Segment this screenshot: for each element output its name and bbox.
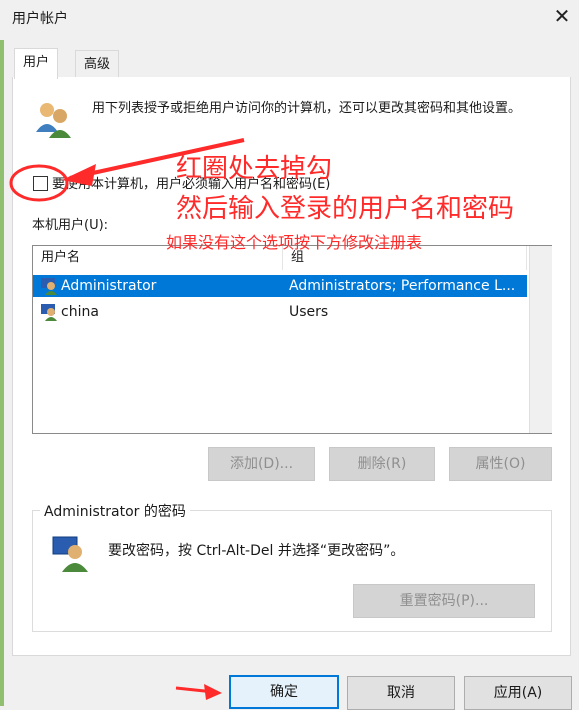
users-list[interactable]: 用户名 组 Administrator Administrators; Perf… [32, 245, 552, 434]
cancel-button[interactable]: 取消 [347, 676, 455, 710]
properties-button[interactable]: 属性(O) [449, 447, 552, 481]
local-users-label: 本机用户(U): [32, 218, 109, 233]
window-title: 用户帐户 [12, 11, 68, 27]
apply-button[interactable]: 应用(A) [464, 676, 572, 710]
tab-advanced[interactable]: 高级 [75, 50, 120, 78]
user-name: china [61, 304, 99, 320]
user-icon [39, 301, 59, 328]
remove-user-button[interactable]: 删除(R) [329, 447, 435, 481]
require-login-checkbox[interactable] [33, 176, 48, 191]
background-window-edge [0, 40, 4, 706]
password-group-title: Administrator 的密码 [40, 501, 190, 521]
annotation-line-2: 然后输入登录的用户名和密码 [176, 194, 515, 224]
user-row-china[interactable]: china Users [33, 301, 527, 323]
annotation-line-3: 如果没有这个选项按下方修改注册表 [166, 233, 423, 252]
tab-users[interactable]: 用户 [14, 48, 59, 79]
close-icon[interactable]: ✕ [548, 2, 576, 30]
users-icon [32, 98, 76, 142]
user-group: Users [289, 304, 329, 320]
list-scrollbar[interactable] [529, 246, 552, 433]
reset-password-button[interactable]: 重置密码(P)... [353, 584, 535, 618]
red-arrow-ok-head [204, 684, 222, 700]
user-name: Administrator [61, 278, 157, 294]
add-user-button[interactable]: 添加(D)... [208, 447, 315, 481]
password-instructions: 要改密码，按 Ctrl-Alt-Del 并选择“更改密码”。 [108, 543, 405, 559]
password-user-icon [50, 532, 90, 572]
user-row-administrator[interactable]: Administrator Administrators; Performanc… [33, 275, 527, 297]
ok-button[interactable]: 确定 [229, 675, 339, 709]
user-group: Administrators; Performance L... [289, 278, 516, 294]
annotation-line-1: 红圈处去掉勾 [176, 154, 333, 184]
red-arrow-ok-line [175, 686, 215, 694]
user-icon [39, 275, 59, 302]
users-description: 用下列表授予或拒绝用户访问你的计算机，还可以更改其密码和其他设置。 [92, 101, 522, 116]
